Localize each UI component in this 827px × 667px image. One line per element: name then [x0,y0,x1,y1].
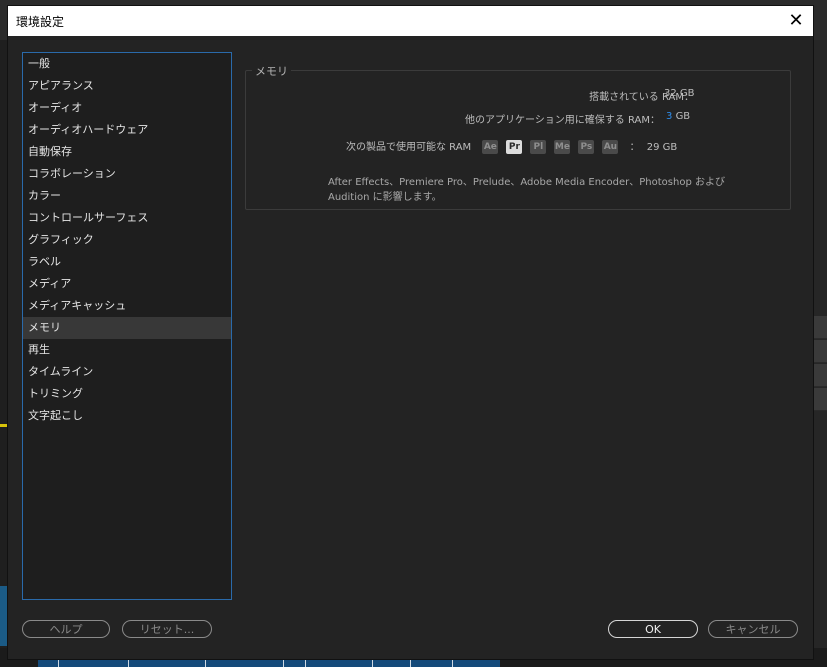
app-badge-ps-icon: Ps [578,140,595,154]
nav-item[interactable]: ラベル [23,251,231,273]
background-panel-block [813,388,827,411]
app-badge-au-icon: Au [602,140,619,154]
reserved-ram-row: 他のアプリケーション用に確保する RAM： [465,111,660,126]
nav-item[interactable]: オーディオ [23,97,231,119]
preferences-category-list[interactable]: 一般 アピアランス オーディオ オーディオハードウェア 自動保存 コラボレーション カラーコ… [22,52,232,600]
nav-item[interactable]: トリミング [23,383,231,405]
nav-item[interactable]: オーディオハードウェア [23,119,231,141]
nav-item[interactable]: コントロールサーフェス [23,207,231,229]
reserved-ram-value-row: 3 GB [666,111,690,122]
help-button[interactable]: ヘルプ [22,620,110,638]
nav-item[interactable]: コラボレーション [23,163,231,185]
nav-item[interactable]: メディアキャッシュ [23,295,231,317]
available-ram-row: 次の製品で使用可能な RAM Ae Pr Pl Me Ps Au ： 29 GB [346,138,677,154]
memory-note-line: Audition に影響します。 [328,192,442,203]
memory-group-title: メモリ [252,63,291,79]
app-badge-ae-icon: Ae [482,140,499,154]
nav-item[interactable]: 一般 [23,53,231,75]
available-ram-value: 29 GB [646,142,678,153]
background-playhead-marker [0,424,8,427]
nav-item[interactable]: 文字起こし [23,405,231,427]
available-ram-separator: ： [629,142,640,153]
nav-item[interactable]: 再生 [23,339,231,361]
installed-ram-value: 32 GB [664,88,695,99]
installed-ram-value-row: 32 GB [664,88,695,99]
reserved-ram-input[interactable]: 3 [666,111,672,122]
ok-button[interactable]: OK [608,620,698,638]
preferences-dialog: 環境設定 ✕ 一般 アピアランス オーディオ オーディオハードウェア 自動保存 コラボレー… [8,6,813,659]
close-button[interactable]: ✕ [783,8,809,34]
nav-item[interactable]: メモリ [23,317,231,339]
nav-item[interactable]: メディア [23,273,231,295]
reserved-ram-unit: GB [675,111,691,122]
app-badge-pr-icon: Pr [506,140,523,154]
background-panel-block [813,340,827,363]
app-badges: Ae Pr Pl Me Ps Au [482,140,626,154]
dialog-title: 環境設定 [16,15,65,29]
background-right-panel [813,40,827,667]
nav-item[interactable]: タイムライン [23,361,231,383]
dialog-titlebar[interactable]: 環境設定 ✕ [8,6,813,36]
available-ram-label: 次の製品で使用可能な RAM [346,142,472,153]
memory-note-line: After Effects、Premiere Pro、Prelude、Adobe… [328,177,725,188]
app-badge-me-icon: Me [554,140,571,154]
nav-item[interactable]: 自動保存 [23,141,231,163]
memory-group: メモリ 搭載されている RAM： 32 GB 他のアプリケーション用に確保する … [245,63,791,210]
nav-item[interactable]: カラー [23,185,231,207]
background-panel-block [813,316,827,339]
background-left-panel [0,40,8,667]
background-panel-block [813,364,827,387]
reset-button[interactable]: リセット... [122,620,212,638]
nav-item[interactable]: アピアランス [23,75,231,97]
memory-note: After Effects、Premiere Pro、Prelude、Adobe… [328,175,748,205]
nav-item[interactable]: グラフィック [23,229,231,251]
cancel-button[interactable]: キャンセル [708,620,798,638]
reserved-ram-label: 他のアプリケーション用に確保する RAM： [465,115,660,126]
background-audio-meter [0,586,8,646]
close-icon: ✕ [788,10,804,31]
app-badge-pl-icon: Pl [530,140,547,154]
